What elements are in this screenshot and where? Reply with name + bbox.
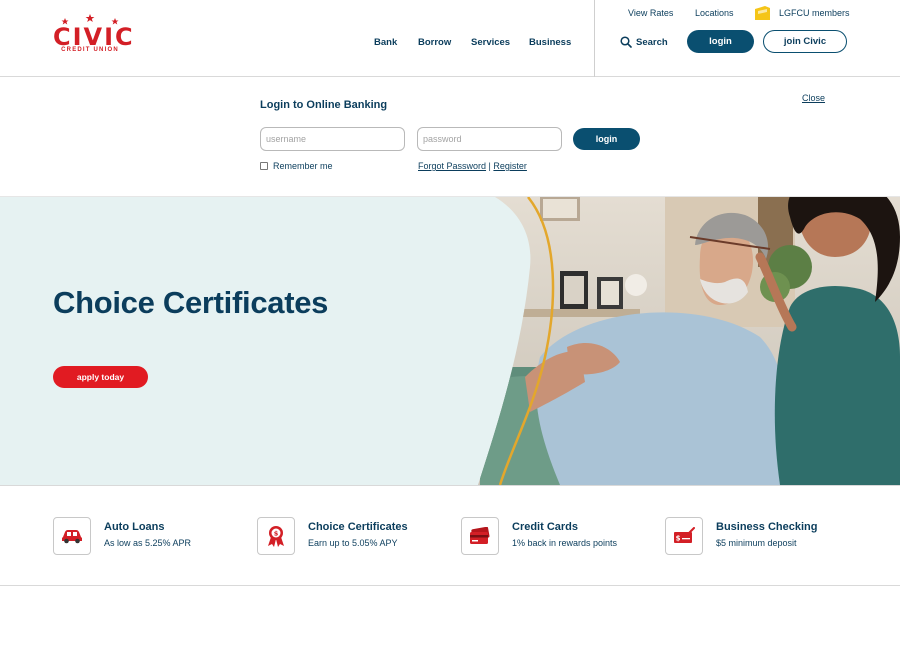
feature-credit-cards[interactable]: Credit Cards 1% back in rewards points [461,517,661,557]
feature-icon-box [53,517,91,555]
lgfcu-members-label: LGFCU members [779,8,850,18]
feature-icon-box: $ [257,517,295,555]
feature-auto-loans[interactable]: Auto Loans As low as 5.25% APR [53,517,253,557]
hero-banner: Choice Certificates apply today [0,197,900,485]
links-separator: | [488,161,491,171]
header-divider [594,0,595,77]
svg-text:$: $ [676,535,681,543]
civic-logo[interactable]: CIVIC CREDIT UNION [53,14,133,56]
feature-subtitle: As low as 5.25% APR [104,538,192,548]
apply-today-button[interactable]: apply today [53,366,148,388]
register-link[interactable]: Register [493,161,527,171]
header-login-button[interactable]: login [687,30,754,53]
view-rates-link[interactable]: View Rates [628,8,673,18]
logo-tagline: CREDIT UNION [61,47,119,53]
feature-title: Credit Cards [512,521,579,533]
remember-me-label: Remember me [273,161,333,171]
feature-subtitle: Earn up to 5.05% APY [308,538,398,548]
feature-icon-box [461,517,499,555]
nav-business[interactable]: Business [529,37,571,48]
svg-text:$: $ [274,530,279,538]
remember-me-checkbox[interactable] [260,162,268,170]
hero-title: Choice Certificates [53,285,329,320]
feature-strip: Auto Loans As low as 5.25% APR $ Choice … [0,485,900,586]
nav-bank[interactable]: Bank [374,37,397,48]
join-civic-button[interactable]: join Civic [763,30,847,53]
username-input[interactable] [260,127,405,151]
password-input[interactable] [417,127,562,151]
online-banking-login-panel: Login to Online Banking Close login Reme… [0,77,900,197]
lgfcu-logo-icon [755,6,770,20]
check-icon: $ [674,527,695,543]
feature-title: Auto Loans [104,521,165,533]
close-login-link[interactable]: Close [802,93,825,103]
feature-subtitle: $5 minimum deposit [716,538,797,548]
account-links: Forgot Password | Register [418,161,527,171]
nav-borrow[interactable]: Borrow [418,37,451,48]
feature-title: Business Checking [716,521,818,533]
nav-services[interactable]: Services [471,37,510,48]
remember-me-control[interactable]: Remember me [260,161,333,171]
feature-choice-certificates[interactable]: $ Choice Certificates Earn up to 5.05% A… [257,517,457,557]
feature-title: Choice Certificates [308,521,408,533]
forgot-password-link[interactable]: Forgot Password [418,161,486,171]
login-panel-title: Login to Online Banking [260,99,388,111]
award-ribbon-icon: $ [268,526,284,547]
credit-card-icon [470,527,490,544]
feature-business-checking[interactable]: $ Business Checking $5 minimum deposit [665,517,865,557]
hero-couple-photo [478,197,900,485]
search-button[interactable]: Search [620,36,668,48]
search-icon [620,36,632,48]
lgfcu-members-link[interactable]: LGFCU members [755,6,850,20]
site-header: CIVIC CREDIT UNION Bank Borrow Services … [0,0,900,77]
car-icon [62,530,82,544]
login-submit-button[interactable]: login [573,128,640,150]
search-label: Search [636,36,668,48]
locations-link[interactable]: Locations [695,8,734,18]
feature-icon-box: $ [665,517,703,555]
feature-subtitle: 1% back in rewards points [512,538,618,548]
